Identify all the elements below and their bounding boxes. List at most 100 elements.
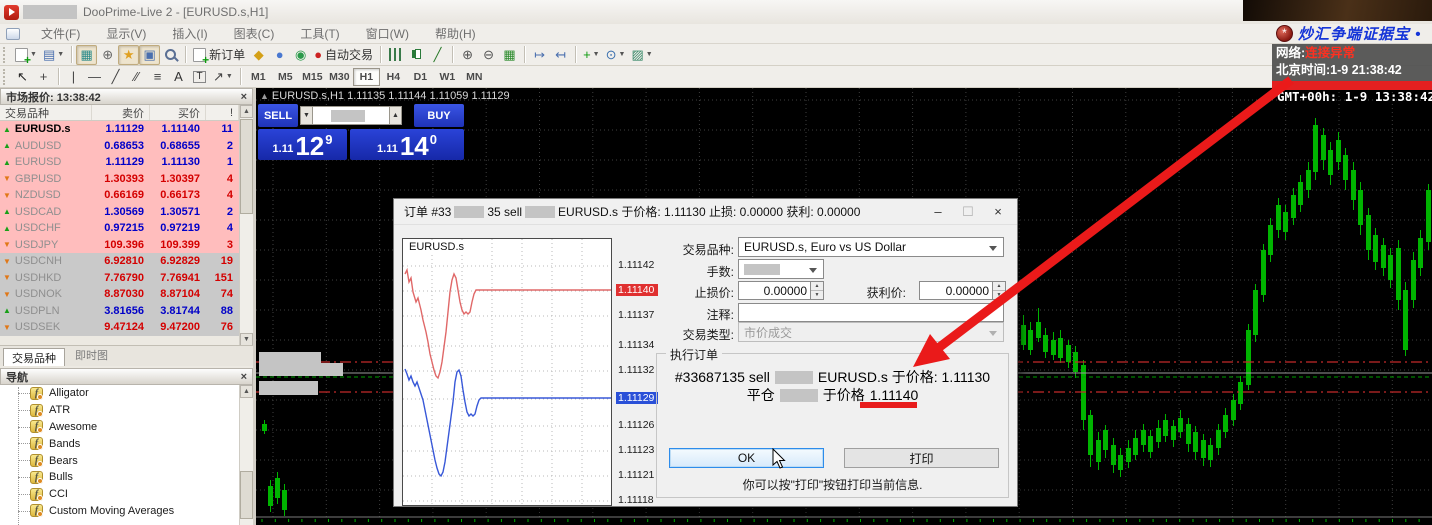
navigator-item-atr[interactable]: fATR bbox=[0, 402, 253, 419]
timeframe-mn-button[interactable]: MN bbox=[461, 68, 488, 86]
timeframe-h4-button[interactable]: H4 bbox=[380, 68, 407, 86]
tile-windows-button[interactable]: ▦ bbox=[499, 45, 520, 65]
quote-row-gbpusd[interactable]: ▼GBPUSD1.303931.303974 bbox=[0, 171, 239, 188]
volume-up-icon[interactable]: ▲ bbox=[389, 106, 402, 125]
sell-price[interactable]: 1.11 12 9 bbox=[258, 129, 347, 160]
vertical-line-button[interactable]: | bbox=[63, 67, 84, 87]
quote-row-nzdusd[interactable]: ▼NZDUSD0.661690.661734 bbox=[0, 187, 239, 204]
quote-row-usdchf[interactable]: ▲USDCHF0.972150.972194 bbox=[0, 220, 239, 237]
timeframe-w1-button[interactable]: W1 bbox=[434, 68, 461, 86]
dropdown-arrow-icon[interactable]: ▼ bbox=[619, 51, 626, 58]
print-button[interactable]: 打印 bbox=[844, 448, 999, 468]
line-chart-button[interactable]: ╱ bbox=[427, 45, 448, 65]
quote-row-usdhkd[interactable]: ▼USDHKD7.767907.76941151 bbox=[0, 270, 239, 287]
scrollbar-thumb[interactable] bbox=[240, 119, 253, 214]
navigator-scrollbar[interactable]: ▲ bbox=[239, 385, 253, 525]
terminal-button[interactable]: ▣ bbox=[139, 45, 160, 65]
quote-row-usdcnh[interactable]: ▼USDCNH6.928106.9282919 bbox=[0, 253, 239, 270]
dropdown-arrow-icon[interactable]: ▼ bbox=[57, 51, 64, 58]
quote-row-usdsek[interactable]: ▼USDSEK9.471249.4720076 bbox=[0, 319, 239, 336]
market-watch-button[interactable]: ▦ bbox=[76, 45, 97, 65]
scroll-up-icon[interactable]: ▲ bbox=[240, 105, 253, 118]
quote-row-usdjpy[interactable]: ▼USDJPY109.396109.3993 bbox=[0, 237, 239, 254]
timeframe-m30-button[interactable]: M30 bbox=[326, 68, 353, 86]
trendline-button[interactable]: ╱ bbox=[105, 67, 126, 87]
bar-chart-button[interactable] bbox=[385, 45, 406, 65]
signals-button[interactable]: ◉ bbox=[290, 45, 311, 65]
crosshair-button[interactable]: + bbox=[33, 67, 54, 87]
strategy-tester-button[interactable] bbox=[160, 45, 181, 65]
navigator-item-bands[interactable]: fBands bbox=[0, 435, 253, 452]
timeframe-m5-button[interactable]: M5 bbox=[272, 68, 299, 86]
dropdown-arrow-icon[interactable]: ▼ bbox=[30, 51, 37, 58]
indicators-button[interactable]: +▼ bbox=[580, 45, 603, 65]
quote-row-usdpln[interactable]: ▲USDPLN3.816563.8174488 bbox=[0, 303, 239, 320]
takeprofit-field[interactable]: 0.00000 ▲▼ bbox=[919, 281, 1006, 300]
volume-field[interactable] bbox=[313, 106, 389, 125]
chart-shift-button[interactable]: ↤ bbox=[550, 45, 571, 65]
comment-input[interactable] bbox=[738, 303, 1004, 322]
volume-stepper[interactable]: ▼ ▲ bbox=[300, 104, 402, 127]
autotrading-button[interactable]: ●自动交易 bbox=[311, 45, 376, 65]
toolbar-grip[interactable] bbox=[3, 69, 8, 85]
channel-button[interactable]: ∕∕ bbox=[126, 67, 147, 87]
arrows-button[interactable]: ↗▼ bbox=[210, 67, 236, 87]
menu-item-3[interactable]: 插入(I) bbox=[159, 23, 220, 44]
fibonacci-button[interactable]: ≡ bbox=[147, 67, 168, 87]
cursor-button[interactable]: ↖ bbox=[12, 67, 33, 87]
zoom-out-button[interactable]: ⊖ bbox=[478, 45, 499, 65]
quote-row-eurusd.s[interactable]: ▲EURUSD.s1.111291.1114011 bbox=[0, 121, 239, 138]
timeframe-m1-button[interactable]: M1 bbox=[245, 68, 272, 86]
new-chart-button[interactable]: ▼ bbox=[12, 45, 40, 65]
timeframe-d1-button[interactable]: D1 bbox=[407, 68, 434, 86]
navigator-item-cci[interactable]: fCCI bbox=[0, 486, 253, 503]
close-icon[interactable]: × bbox=[983, 202, 1013, 222]
quote-row-usdnok[interactable]: ▼USDNOK8.870308.8710474 bbox=[0, 286, 239, 303]
spin-up-icon[interactable]: ▲ bbox=[993, 282, 1005, 290]
column-header-2[interactable]: 卖价 bbox=[92, 105, 150, 120]
navigator-item-awesome[interactable]: fAwesome bbox=[0, 419, 253, 436]
menu-item-6[interactable]: 窗口(W) bbox=[353, 23, 422, 44]
chart-window-icon[interactable] bbox=[6, 28, 20, 40]
horizontal-line-button[interactable]: — bbox=[84, 67, 105, 87]
volume-down-icon[interactable]: ▼ bbox=[300, 106, 313, 125]
column-header-4[interactable]: ! bbox=[206, 105, 239, 120]
text-label-button[interactable]: T bbox=[189, 67, 210, 87]
dropdown-arrow-icon[interactable]: ▼ bbox=[593, 51, 600, 58]
menu-item-1[interactable]: 文件(F) bbox=[28, 23, 93, 44]
spin-down-icon[interactable]: ▼ bbox=[993, 290, 1005, 299]
dropdown-arrow-icon[interactable]: ▼ bbox=[226, 73, 233, 80]
toolbar-grip[interactable] bbox=[3, 47, 8, 63]
candlestick-chart-button[interactable] bbox=[406, 45, 427, 65]
zoom-in-button[interactable]: ⊕ bbox=[457, 45, 478, 65]
navigator-item-bulls[interactable]: fBulls bbox=[0, 469, 253, 486]
templates-button[interactable]: ▨▼ bbox=[628, 45, 655, 65]
new-order-button[interactable]: 新订单 bbox=[190, 45, 248, 65]
auto-scroll-button[interactable]: ↦ bbox=[529, 45, 550, 65]
quote-row-usdcad[interactable]: ▲USDCAD1.305691.305712 bbox=[0, 204, 239, 221]
column-header-3[interactable]: 买价 bbox=[150, 105, 206, 120]
menu-item-7[interactable]: 帮助(H) bbox=[422, 23, 489, 44]
menu-item-2[interactable]: 显示(V) bbox=[93, 23, 159, 44]
navigator-item-bears[interactable]: fBears bbox=[0, 452, 253, 469]
data-window-button[interactable]: ⊕ bbox=[97, 45, 118, 65]
tab-tick-chart[interactable]: 即时图 bbox=[65, 347, 118, 366]
dropdown-arrow-icon[interactable]: ▼ bbox=[646, 51, 653, 58]
market-watch-scrollbar[interactable]: ▲ ▼ bbox=[239, 105, 253, 346]
timeframe-h1-button[interactable]: H1 bbox=[353, 68, 380, 86]
metaeditor-button[interactable]: ◆ bbox=[248, 45, 269, 65]
navigator-button[interactable]: ★ bbox=[118, 45, 139, 65]
menu-item-4[interactable]: 图表(C) bbox=[221, 23, 288, 44]
tab-symbols[interactable]: 交易品种 bbox=[3, 348, 65, 366]
ok-button[interactable]: OK bbox=[669, 448, 824, 468]
scrollbar-thumb[interactable] bbox=[240, 471, 253, 519]
buy-button[interactable]: BUY bbox=[414, 104, 464, 127]
close-icon[interactable]: × bbox=[241, 371, 247, 383]
timeframe-m15-button[interactable]: M15 bbox=[299, 68, 326, 86]
minimize-icon[interactable]: – bbox=[923, 202, 953, 222]
symbol-select[interactable]: EURUSD.s, Euro vs US Dollar bbox=[738, 237, 1004, 257]
close-icon[interactable]: × bbox=[241, 91, 247, 103]
dialog-titlebar[interactable]: 订单 #33 35 sell EURUSD.s 于价格: 1.11130 止损:… bbox=[394, 199, 1017, 225]
profiles-button[interactable]: ▤▼ bbox=[40, 45, 67, 65]
quote-row-eurusd[interactable]: ▲EURUSD1.111291.111301 bbox=[0, 154, 239, 171]
